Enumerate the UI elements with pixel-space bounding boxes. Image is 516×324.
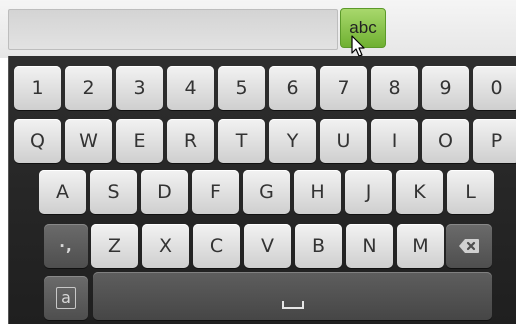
key-y[interactable]: Y (269, 119, 316, 163)
key-label: 5 (235, 77, 248, 99)
key-label: N (362, 235, 377, 257)
mouse-pointer-icon (351, 35, 365, 57)
key-label: 4 (184, 77, 197, 99)
key-label: I (391, 130, 398, 152)
key-7[interactable]: 7 (320, 66, 367, 110)
key-h[interactable]: H (294, 170, 341, 214)
input-bar: abc (0, 0, 516, 58)
key-label: O (438, 130, 453, 152)
key-label: 8 (388, 77, 401, 99)
key-label: 7 (337, 77, 350, 99)
key-label: L (465, 181, 476, 203)
key-t[interactable]: T (218, 119, 265, 163)
key-r[interactable]: R (167, 119, 214, 163)
key-9[interactable]: 9 (422, 66, 469, 110)
key-n[interactable]: N (346, 224, 393, 268)
key-label: W (79, 130, 98, 152)
key-label: M (412, 235, 429, 257)
text-input[interactable] (8, 9, 338, 50)
key-label: G (259, 181, 274, 203)
key-q[interactable]: Q (14, 119, 61, 163)
key-d[interactable]: D (141, 170, 188, 214)
key-p[interactable]: P (473, 119, 516, 163)
key-label: P (490, 130, 503, 152)
key-0[interactable]: 0 (473, 66, 516, 110)
key-label: R (183, 130, 198, 152)
key-label: C (209, 235, 224, 257)
key-1[interactable]: 1 (14, 66, 61, 110)
space-key[interactable] (93, 272, 492, 320)
key-2[interactable]: 2 (65, 66, 112, 110)
key-label: V (261, 235, 274, 257)
key-v[interactable]: V (244, 224, 291, 268)
symbols-key[interactable]: ·, (44, 224, 88, 268)
key-label: Y (286, 130, 299, 152)
key-e[interactable]: E (116, 119, 163, 163)
key-label: S (107, 181, 120, 203)
key-label: E (133, 130, 146, 152)
key-label: J (365, 181, 372, 203)
backspace-icon (459, 239, 479, 253)
key-label: Q (30, 130, 45, 152)
punctuation-icon: ·, (59, 237, 73, 255)
key-label: D (157, 181, 172, 203)
key-s[interactable]: S (90, 170, 137, 214)
key-label: 2 (82, 77, 95, 99)
key-label: X (158, 235, 173, 257)
key-label: 6 (286, 77, 299, 99)
key-label: U (336, 130, 351, 152)
key-w[interactable]: W (65, 119, 112, 163)
key-l[interactable]: L (447, 170, 494, 214)
onscreen-keyboard: ·, a 1 2 3 4 5 6 7 8 9 0 Q W E R T Y U I O P A S D F G H J K L Z X C V B N… (8, 56, 516, 324)
key-label: A (56, 181, 69, 203)
key-label: 3 (133, 77, 146, 99)
key-8[interactable]: 8 (371, 66, 418, 110)
key-6[interactable]: 6 (269, 66, 316, 110)
key-x[interactable]: X (142, 224, 189, 268)
key-label: T (235, 130, 248, 152)
space-bar-icon (281, 301, 304, 309)
key-label: 0 (490, 77, 503, 99)
language-key[interactable]: a (44, 276, 88, 320)
key-c[interactable]: C (193, 224, 240, 268)
boxed-a-icon: a (56, 287, 76, 309)
key-label: 9 (439, 77, 452, 99)
key-i[interactable]: I (371, 119, 418, 163)
key-3[interactable]: 3 (116, 66, 163, 110)
key-4[interactable]: 4 (167, 66, 214, 110)
key-b[interactable]: B (295, 224, 342, 268)
key-m[interactable]: M (397, 224, 444, 268)
key-z[interactable]: Z (91, 224, 138, 268)
key-label: B (311, 235, 326, 257)
key-j[interactable]: J (345, 170, 392, 214)
key-label: Z (107, 235, 122, 257)
key-f[interactable]: F (192, 170, 239, 214)
key-label: H (310, 181, 325, 203)
language-key-label: a (61, 288, 71, 307)
key-label: 1 (31, 77, 44, 99)
backspace-key[interactable] (446, 224, 492, 268)
key-label: K (413, 181, 426, 203)
key-g[interactable]: G (243, 170, 290, 214)
key-u[interactable]: U (320, 119, 367, 163)
key-k[interactable]: K (396, 170, 443, 214)
key-a[interactable]: A (39, 170, 86, 214)
key-o[interactable]: O (422, 119, 469, 163)
key-label: F (210, 181, 221, 203)
key-5[interactable]: 5 (218, 66, 265, 110)
